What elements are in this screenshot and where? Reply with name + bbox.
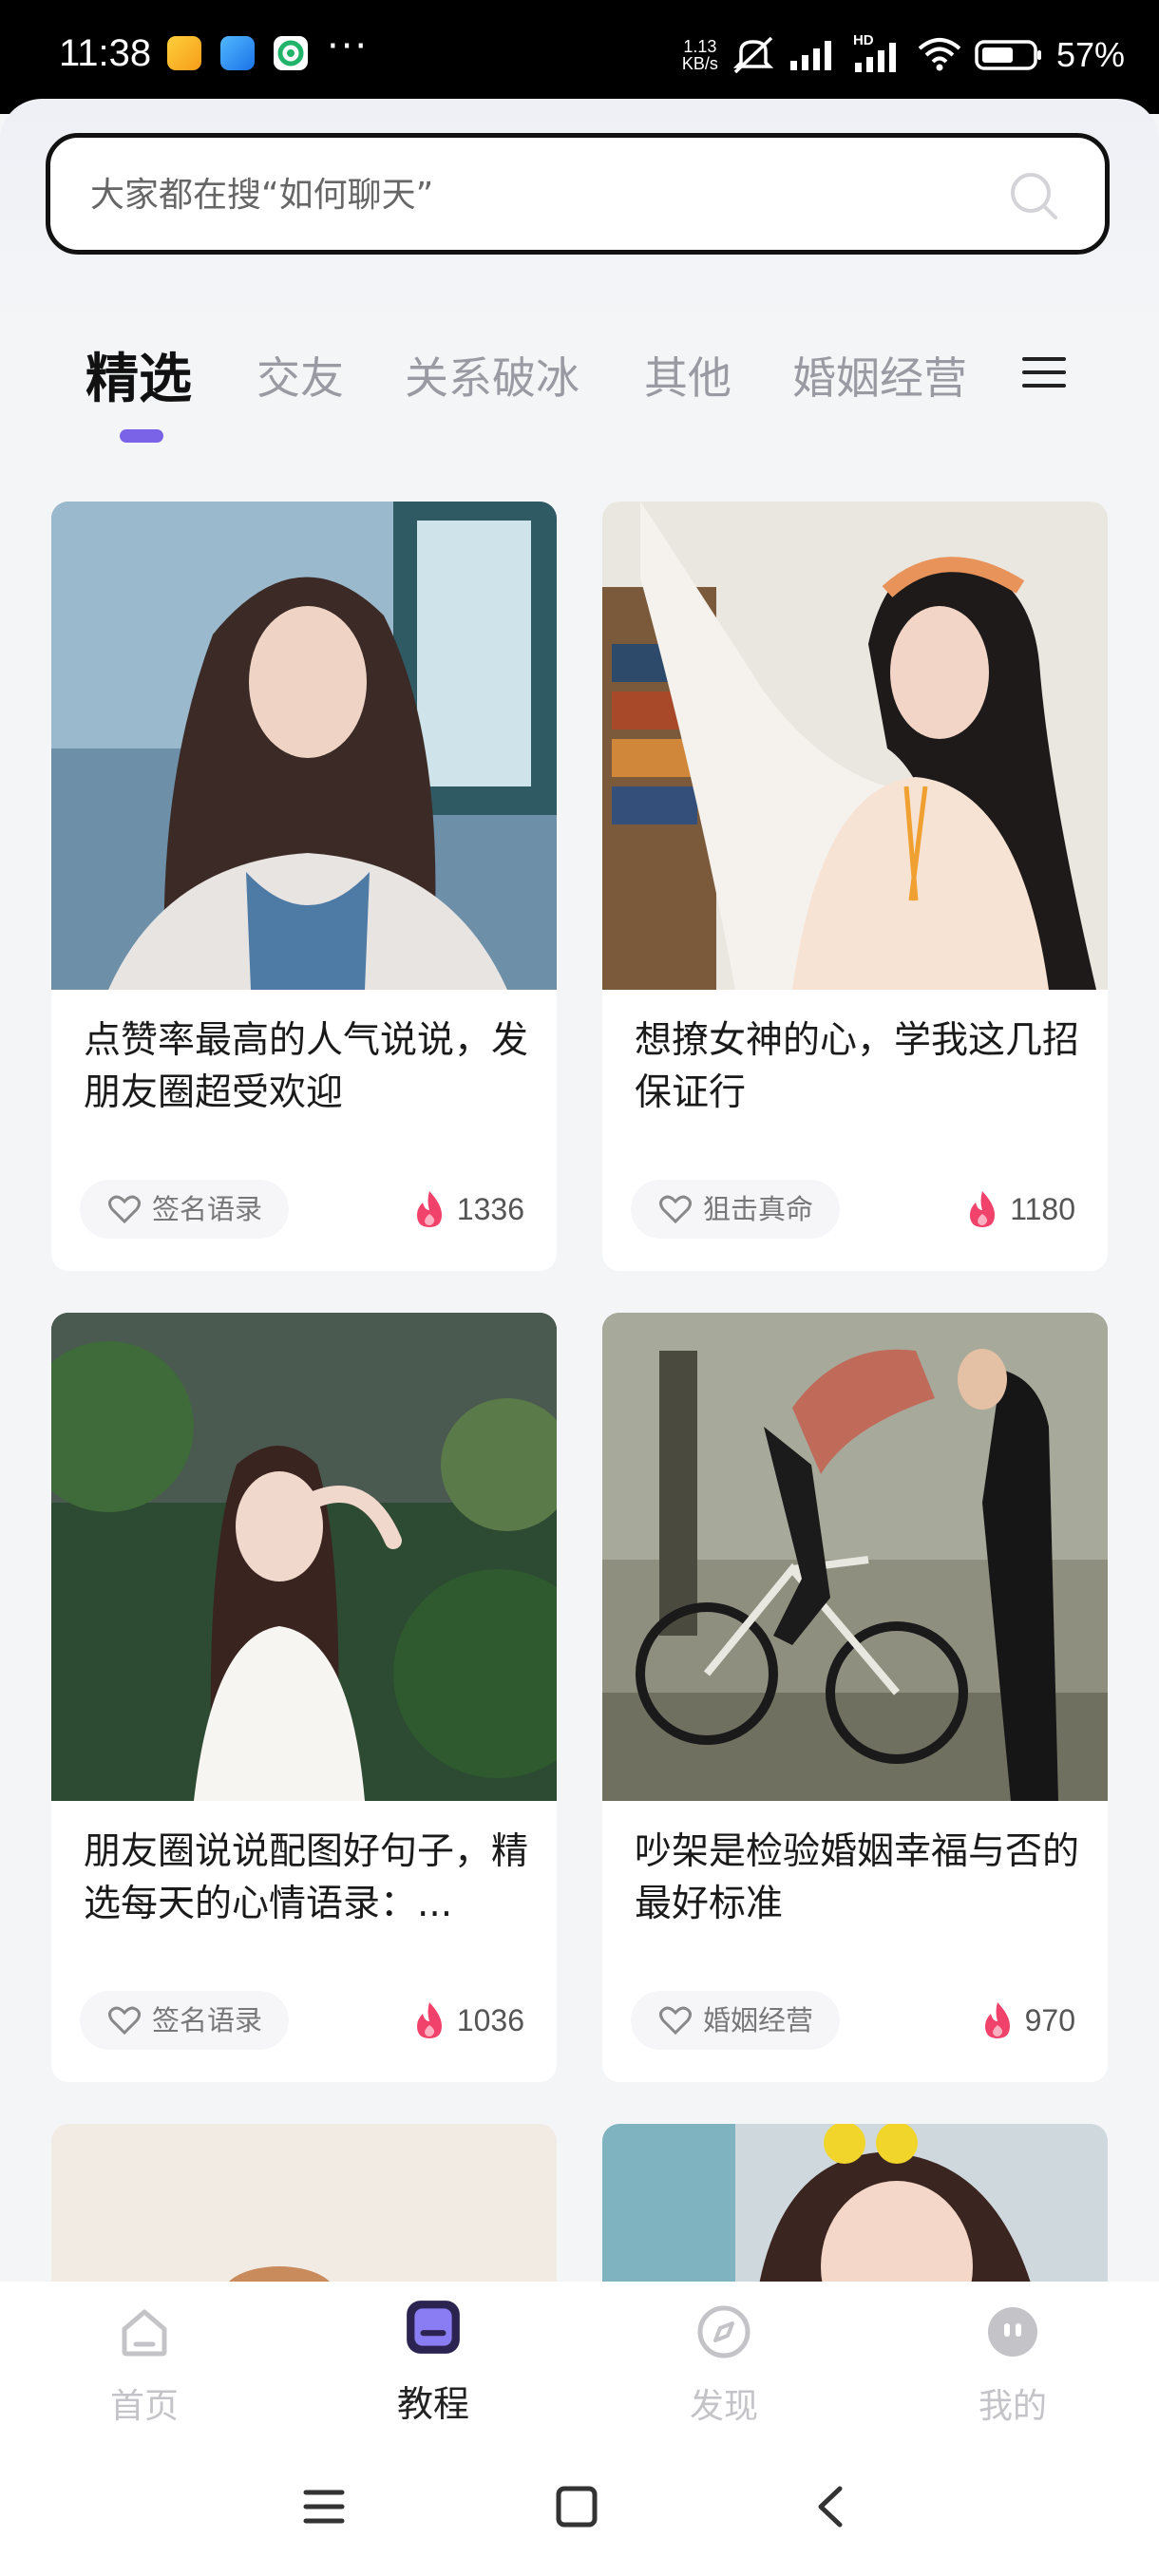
mute-icon <box>732 36 774 74</box>
article-title: 朋友圈说说配图好句子，精选每天的心情语录：... <box>84 1830 529 1925</box>
search-input[interactable] <box>88 138 947 252</box>
tab-other[interactable]: 其他 <box>644 344 732 407</box>
recent-apps-icon[interactable] <box>302 2485 346 2529</box>
menu-icon[interactable] <box>1022 353 1066 391</box>
tag-label: 狙击真命 <box>703 1193 814 1225</box>
compass-icon <box>697 2305 750 2358</box>
nav-discover-label: 发现 <box>689 2387 758 2426</box>
nav-profile[interactable]: 我的 <box>918 2302 1108 2428</box>
article-card[interactable]: 吵架是检验婚姻幸福与否的最好标准 婚姻经营 970 <box>602 1313 1108 2082</box>
signal-hd-icon: HD <box>853 32 904 74</box>
heart-icon <box>108 2006 141 2036</box>
heart-icon <box>659 1195 692 1224</box>
notes-app-icon <box>167 36 201 70</box>
article-tag[interactable]: 签名语录 <box>80 1180 290 1239</box>
net-speed: 1.13 KB/s <box>682 38 718 72</box>
like-count-value: 1180 <box>1010 1191 1075 1226</box>
search-icon[interactable] <box>1008 170 1059 221</box>
battery-percent: 57% <box>1055 35 1125 74</box>
home-icon <box>122 2309 167 2357</box>
heart-icon <box>108 1195 141 1224</box>
category-tabs: 精选 交友 关系破冰 其他 婚姻经营 <box>0 334 1159 439</box>
like-count: 1180 <box>966 1180 1075 1239</box>
net-speed-value: 1.13 <box>683 37 717 56</box>
search-bar[interactable] <box>46 133 1110 255</box>
status-time: 11:38 <box>59 32 152 74</box>
wifi-icon <box>918 38 961 71</box>
tag-label: 签名语录 <box>152 1193 263 1225</box>
flame-icon <box>416 1191 442 1227</box>
active-tab-indicator <box>120 429 163 443</box>
article-image <box>602 502 1108 990</box>
like-count-value: 1336 <box>456 1191 524 1226</box>
status-bar: 11:38 ··· 1.13 KB/s HD 57% <box>0 0 1159 114</box>
like-count-value: 970 <box>1024 2002 1075 2037</box>
tutorial-icon <box>407 2301 460 2354</box>
article-tag[interactable]: 狙击真命 <box>631 1180 841 1239</box>
nav-home[interactable]: 首页 <box>49 2302 239 2428</box>
status-right-group: 1.13 KB/s HD 57% <box>682 32 1125 78</box>
tab-marriage[interactable]: 婚姻经营 <box>792 344 967 407</box>
home-button-icon[interactable] <box>555 2485 598 2529</box>
article-card[interactable]: 朋友圈说说配图好句子，精选每天的心情语录：... 签名语录 1036 <box>51 1313 557 2082</box>
article-title: 点赞率最高的人气说说，发朋友圈超受欢迎 <box>84 1019 529 1114</box>
signal-icon <box>789 41 831 70</box>
browser-app-icon <box>220 36 255 70</box>
like-count: 1336 <box>413 1180 524 1239</box>
tab-featured[interactable]: 精选 <box>86 336 192 413</box>
nav-home-label: 首页 <box>109 2387 179 2426</box>
article-card[interactable]: 想撩女神的心，学我这几招保证行 狙击真命 1180 <box>602 502 1108 1271</box>
nav-discover[interactable]: 发现 <box>629 2302 819 2428</box>
article-tag[interactable]: 签名语录 <box>80 1991 290 2050</box>
flame-icon <box>416 2002 442 2038</box>
profile-icon <box>988 2307 1037 2357</box>
flame-icon <box>984 2002 1010 2038</box>
article-title: 吵架是检验婚姻幸福与否的最好标准 <box>635 1830 1080 1925</box>
net-speed-unit: KB/s <box>681 54 718 73</box>
like-count-value: 1036 <box>456 2002 524 2037</box>
nav-profile-label: 我的 <box>978 2387 1047 2426</box>
article-card[interactable]: 点赞率最高的人气说说，发朋友圈超受欢迎 签名语录 1336 <box>51 502 557 1271</box>
tab-icebreaking[interactable]: 关系破冰 <box>405 344 580 407</box>
like-count: 1036 <box>413 1991 524 2050</box>
battery-icon <box>975 40 1041 70</box>
heart-icon <box>659 2006 692 2036</box>
more-notifications-icon: ··· <box>327 25 370 68</box>
article-image <box>602 1313 1108 1801</box>
tag-label: 婚姻经营 <box>703 2004 814 2036</box>
nav-tutorial-label: 教程 <box>396 2383 469 2425</box>
article-tag[interactable]: 婚姻经营 <box>631 1991 841 2050</box>
tag-label: 签名语录 <box>152 2004 263 2036</box>
article-title: 想撩女神的心，学我这几招保证行 <box>635 1019 1080 1114</box>
security-app-icon <box>274 36 308 70</box>
back-icon[interactable] <box>813 2485 847 2529</box>
article-image <box>51 502 557 990</box>
like-count: 970 <box>981 1991 1075 2050</box>
tab-dating[interactable]: 交友 <box>256 344 344 407</box>
nav-tutorial[interactable]: 教程 <box>338 2297 528 2427</box>
flame-icon <box>970 1191 996 1227</box>
article-image <box>51 1313 557 1801</box>
